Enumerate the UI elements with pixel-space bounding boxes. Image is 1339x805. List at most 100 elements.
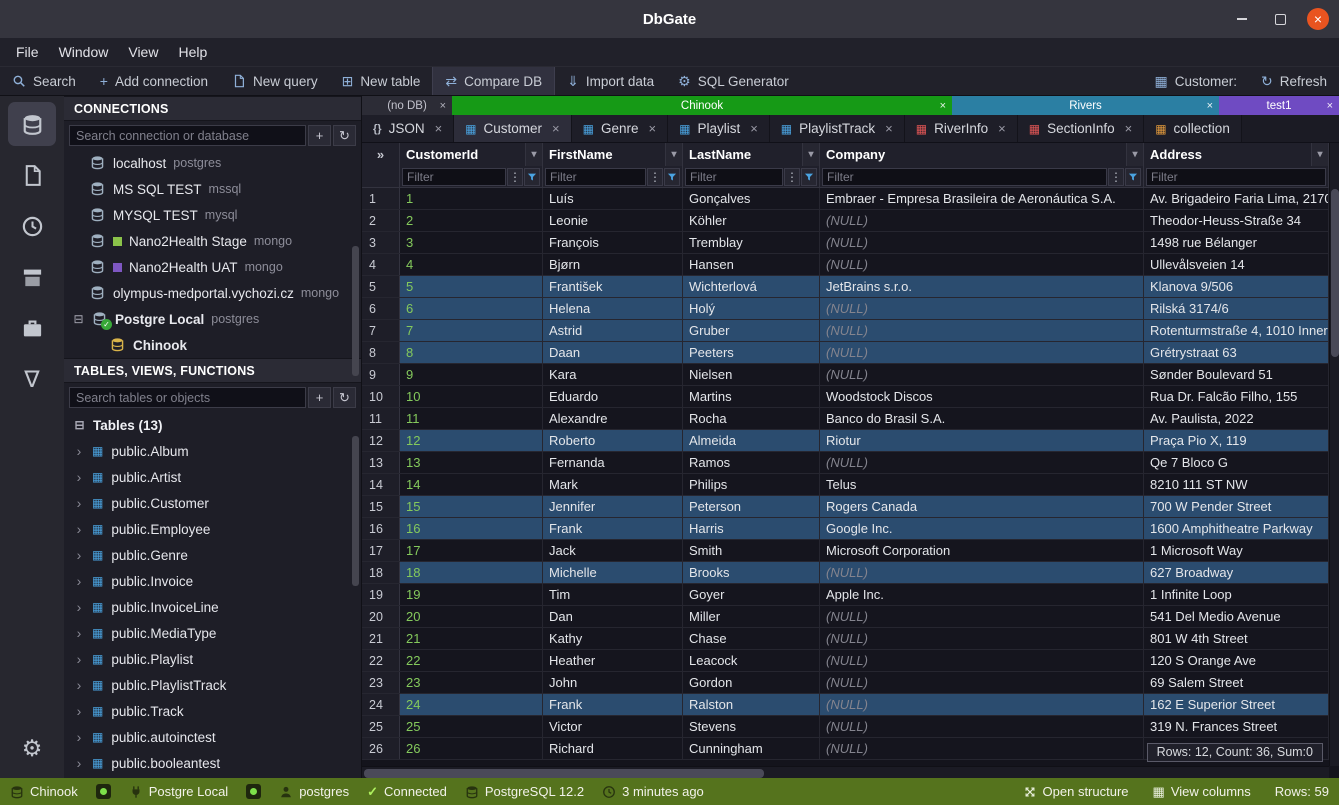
cell-lastname[interactable]: Gordon	[683, 672, 820, 693]
minimize-button[interactable]	[1231, 8, 1253, 30]
cell-firstname[interactable]: Fernanda	[543, 452, 683, 473]
cell-customerid[interactable]: 16	[400, 518, 543, 539]
cell-firstname[interactable]: Luís	[543, 188, 683, 209]
cell-customerid[interactable]: 13	[400, 452, 543, 473]
cell-firstname[interactable]: Frank	[543, 694, 683, 715]
chevron-right-icon[interactable]: ›	[74, 521, 84, 537]
toolbar-refresh[interactable]: ↻Refresh	[1249, 67, 1339, 95]
chevron-right-icon[interactable]: ›	[74, 469, 84, 485]
cell-customerid[interactable]: 2	[400, 210, 543, 231]
cell-address[interactable]: Klanova 9/506	[1144, 276, 1329, 297]
cell-lastname[interactable]: Chase	[683, 628, 820, 649]
cell-lastname[interactable]: Cunningham	[683, 738, 820, 759]
cell-address[interactable]: Av. Brigadeiro Faria Lima, 2170	[1144, 188, 1329, 209]
cell-lastname[interactable]: Goyer	[683, 584, 820, 605]
tab-genre[interactable]: ▦Genre×	[572, 115, 668, 142]
toolbar-customer[interactable]: ▦Customer:	[1142, 67, 1249, 95]
filter-input-firstname[interactable]	[545, 168, 646, 186]
cell-address[interactable]: Rotenturmstraße 4, 1010 Innere Stadt	[1144, 320, 1329, 341]
cell-firstname[interactable]: François	[543, 232, 683, 253]
chevron-down-icon[interactable]: ▾	[525, 143, 542, 166]
cell-firstname[interactable]: Frank	[543, 518, 683, 539]
table-item-public-booleantest[interactable]: ›▦public.booleantest	[64, 750, 361, 776]
tab-sectioninfo[interactable]: ▦SectionInfo×	[1018, 115, 1144, 142]
horizontal-scrollbar-thumb[interactable]	[364, 769, 764, 778]
tables-add-button[interactable]: +	[308, 387, 331, 408]
row-number[interactable]: 7	[362, 320, 400, 341]
cell-company[interactable]: (NULL)	[820, 232, 1144, 253]
settings-icon[interactable]: ⚙	[8, 726, 56, 770]
cell-customerid[interactable]: 25	[400, 716, 543, 737]
cell-company[interactable]: (NULL)	[820, 254, 1144, 275]
cell-firstname[interactable]: Richard	[543, 738, 683, 759]
chevron-right-icon[interactable]: ›	[74, 599, 84, 615]
menu-item-help[interactable]: Help	[168, 38, 217, 66]
cell-company[interactable]: (NULL)	[820, 606, 1144, 627]
table-item-public-album[interactable]: ›▦public.Album	[64, 438, 361, 464]
cell-company[interactable]: (NULL)	[820, 320, 1144, 341]
cell-lastname[interactable]: Köhler	[683, 210, 820, 231]
cell-address[interactable]: Theodor-Heuss-Straße 34	[1144, 210, 1329, 231]
row-number[interactable]: 9	[362, 364, 400, 385]
cell-address[interactable]: 801 W 4th Street	[1144, 628, 1329, 649]
cell-company[interactable]: Apple Inc.	[820, 584, 1144, 605]
cell-address[interactable]: Grétrystraat 63	[1144, 342, 1329, 363]
row-number[interactable]: 1	[362, 188, 400, 209]
cell-customerid[interactable]: 15	[400, 496, 543, 517]
tables-scrollbar-thumb[interactable]	[352, 436, 359, 586]
funnel-icon[interactable]	[524, 168, 540, 186]
toolbar-add-connection[interactable]: +Add connection	[88, 67, 220, 95]
cell-address[interactable]: 1600 Amphitheatre Parkway	[1144, 518, 1329, 539]
cell-customerid[interactable]: 11	[400, 408, 543, 429]
cell-lastname[interactable]: Almeida	[683, 430, 820, 451]
tab-customer[interactable]: ▦Customer×	[454, 115, 571, 142]
cell-customerid[interactable]: 1	[400, 188, 543, 209]
database-icon[interactable]	[8, 102, 56, 146]
table-item-public-mediatype[interactable]: ›▦public.MediaType	[64, 620, 361, 646]
filter-input-lastname[interactable]	[685, 168, 783, 186]
toolbar-import-data[interactable]: ⇓Import data	[555, 67, 666, 95]
tables-search-input[interactable]	[69, 387, 306, 408]
toolbar-search[interactable]: Search	[0, 67, 88, 95]
minus-box-icon[interactable]: ⊟	[72, 312, 85, 326]
cell-company[interactable]: (NULL)	[820, 716, 1144, 737]
chevron-right-icon[interactable]: ›	[74, 495, 84, 511]
close-icon[interactable]: ×	[649, 121, 657, 136]
row-number[interactable]: 12	[362, 430, 400, 451]
row-number[interactable]: 20	[362, 606, 400, 627]
cell-customerid[interactable]: 21	[400, 628, 543, 649]
cell-company[interactable]: Telus	[820, 474, 1144, 495]
cell-customerid[interactable]: 23	[400, 672, 543, 693]
cell-customerid[interactable]: 3	[400, 232, 543, 253]
row-number[interactable]: 22	[362, 650, 400, 671]
cell-customerid[interactable]: 7	[400, 320, 543, 341]
cell-lastname[interactable]: Harris	[683, 518, 820, 539]
kebab-icon[interactable]: ⋮	[647, 168, 663, 186]
cell-address[interactable]: Av. Paulista, 2022	[1144, 408, 1329, 429]
cell-customerid[interactable]: 24	[400, 694, 543, 715]
connections-search-input[interactable]	[69, 125, 306, 146]
tab-playlisttrack[interactable]: ▦PlaylistTrack×	[770, 115, 905, 142]
cell-lastname[interactable]: Ramos	[683, 452, 820, 473]
cell-address[interactable]: Ullevålsveien 14	[1144, 254, 1329, 275]
status-open-structure[interactable]: Open structure	[1023, 784, 1129, 799]
cell-firstname[interactable]: Bjørn	[543, 254, 683, 275]
cell-firstname[interactable]: Leonie	[543, 210, 683, 231]
close-button[interactable]: ×	[1307, 8, 1329, 30]
row-number[interactable]: 21	[362, 628, 400, 649]
cell-company[interactable]: Riotur	[820, 430, 1144, 451]
cell-lastname[interactable]: Gruber	[683, 320, 820, 341]
cell-customerid[interactable]: 10	[400, 386, 543, 407]
row-number[interactable]: 11	[362, 408, 400, 429]
row-number[interactable]: 8	[362, 342, 400, 363]
status-view-columns[interactable]: ▦View columns	[1153, 784, 1251, 800]
connections-refresh-button[interactable]: ↻	[333, 125, 356, 146]
funnel-icon[interactable]	[1125, 168, 1141, 186]
cell-company[interactable]: JetBrains s.r.o.	[820, 276, 1144, 297]
collapse-icon[interactable]: ⊟	[73, 418, 86, 432]
chevron-right-icon[interactable]: ›	[74, 703, 84, 719]
tables-refresh-button[interactable]: ↻	[333, 387, 356, 408]
row-number[interactable]: 10	[362, 386, 400, 407]
chevron-down-icon[interactable]: ▾	[802, 143, 819, 166]
close-icon[interactable]: ×	[435, 121, 443, 136]
